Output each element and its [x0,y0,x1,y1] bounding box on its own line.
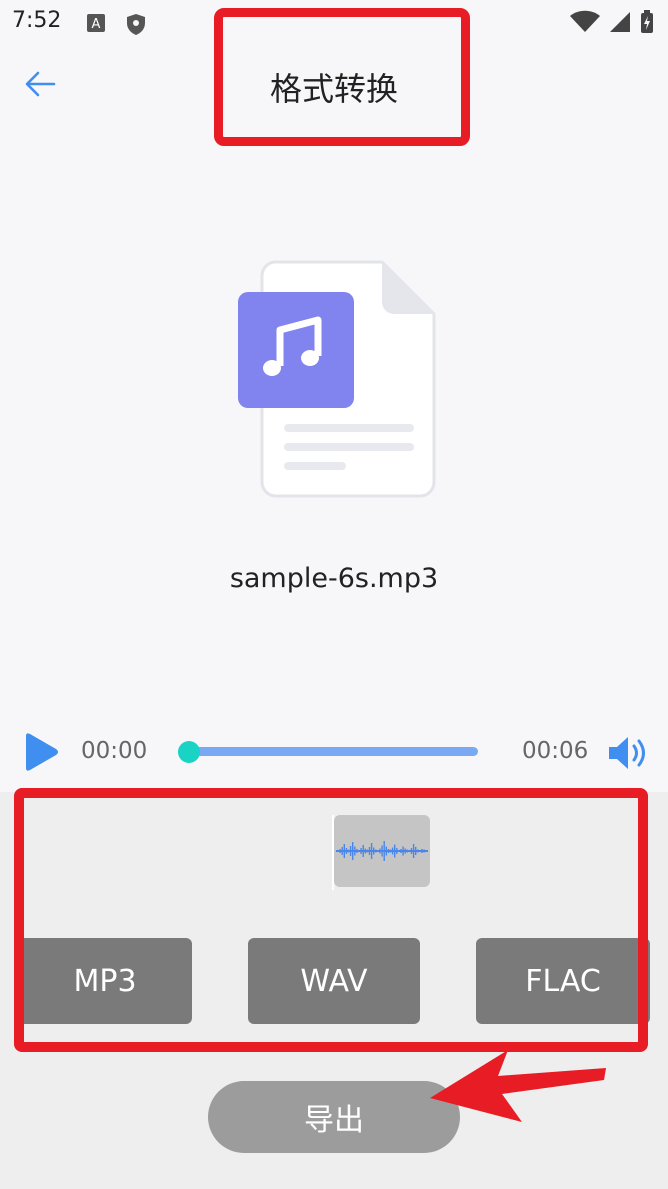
formats-highlight-box [14,788,648,1052]
progress-track[interactable] [186,747,478,756]
volume-icon[interactable] [606,734,650,772]
music-tile [238,292,354,408]
file-name: sample-6s.mp3 [229,563,439,594]
status-right [570,10,654,34]
app-a-icon: A [87,14,105,32]
signal-icon [610,12,630,32]
play-icon[interactable] [22,732,60,772]
current-time: 00:00 [81,738,148,764]
svg-text:A: A [92,17,101,32]
shield-icon [127,14,145,35]
annotation-arrow-icon [430,1050,606,1122]
end-time: 00:06 [522,738,589,764]
export-button[interactable]: 导出 [208,1081,460,1153]
wifi-icon [570,10,600,32]
audio-file-illustration [238,260,436,498]
status-time: 7:52 [12,8,62,33]
progress-thumb[interactable] [178,741,200,763]
title-highlight-box [214,8,470,146]
battery-icon [641,10,653,33]
